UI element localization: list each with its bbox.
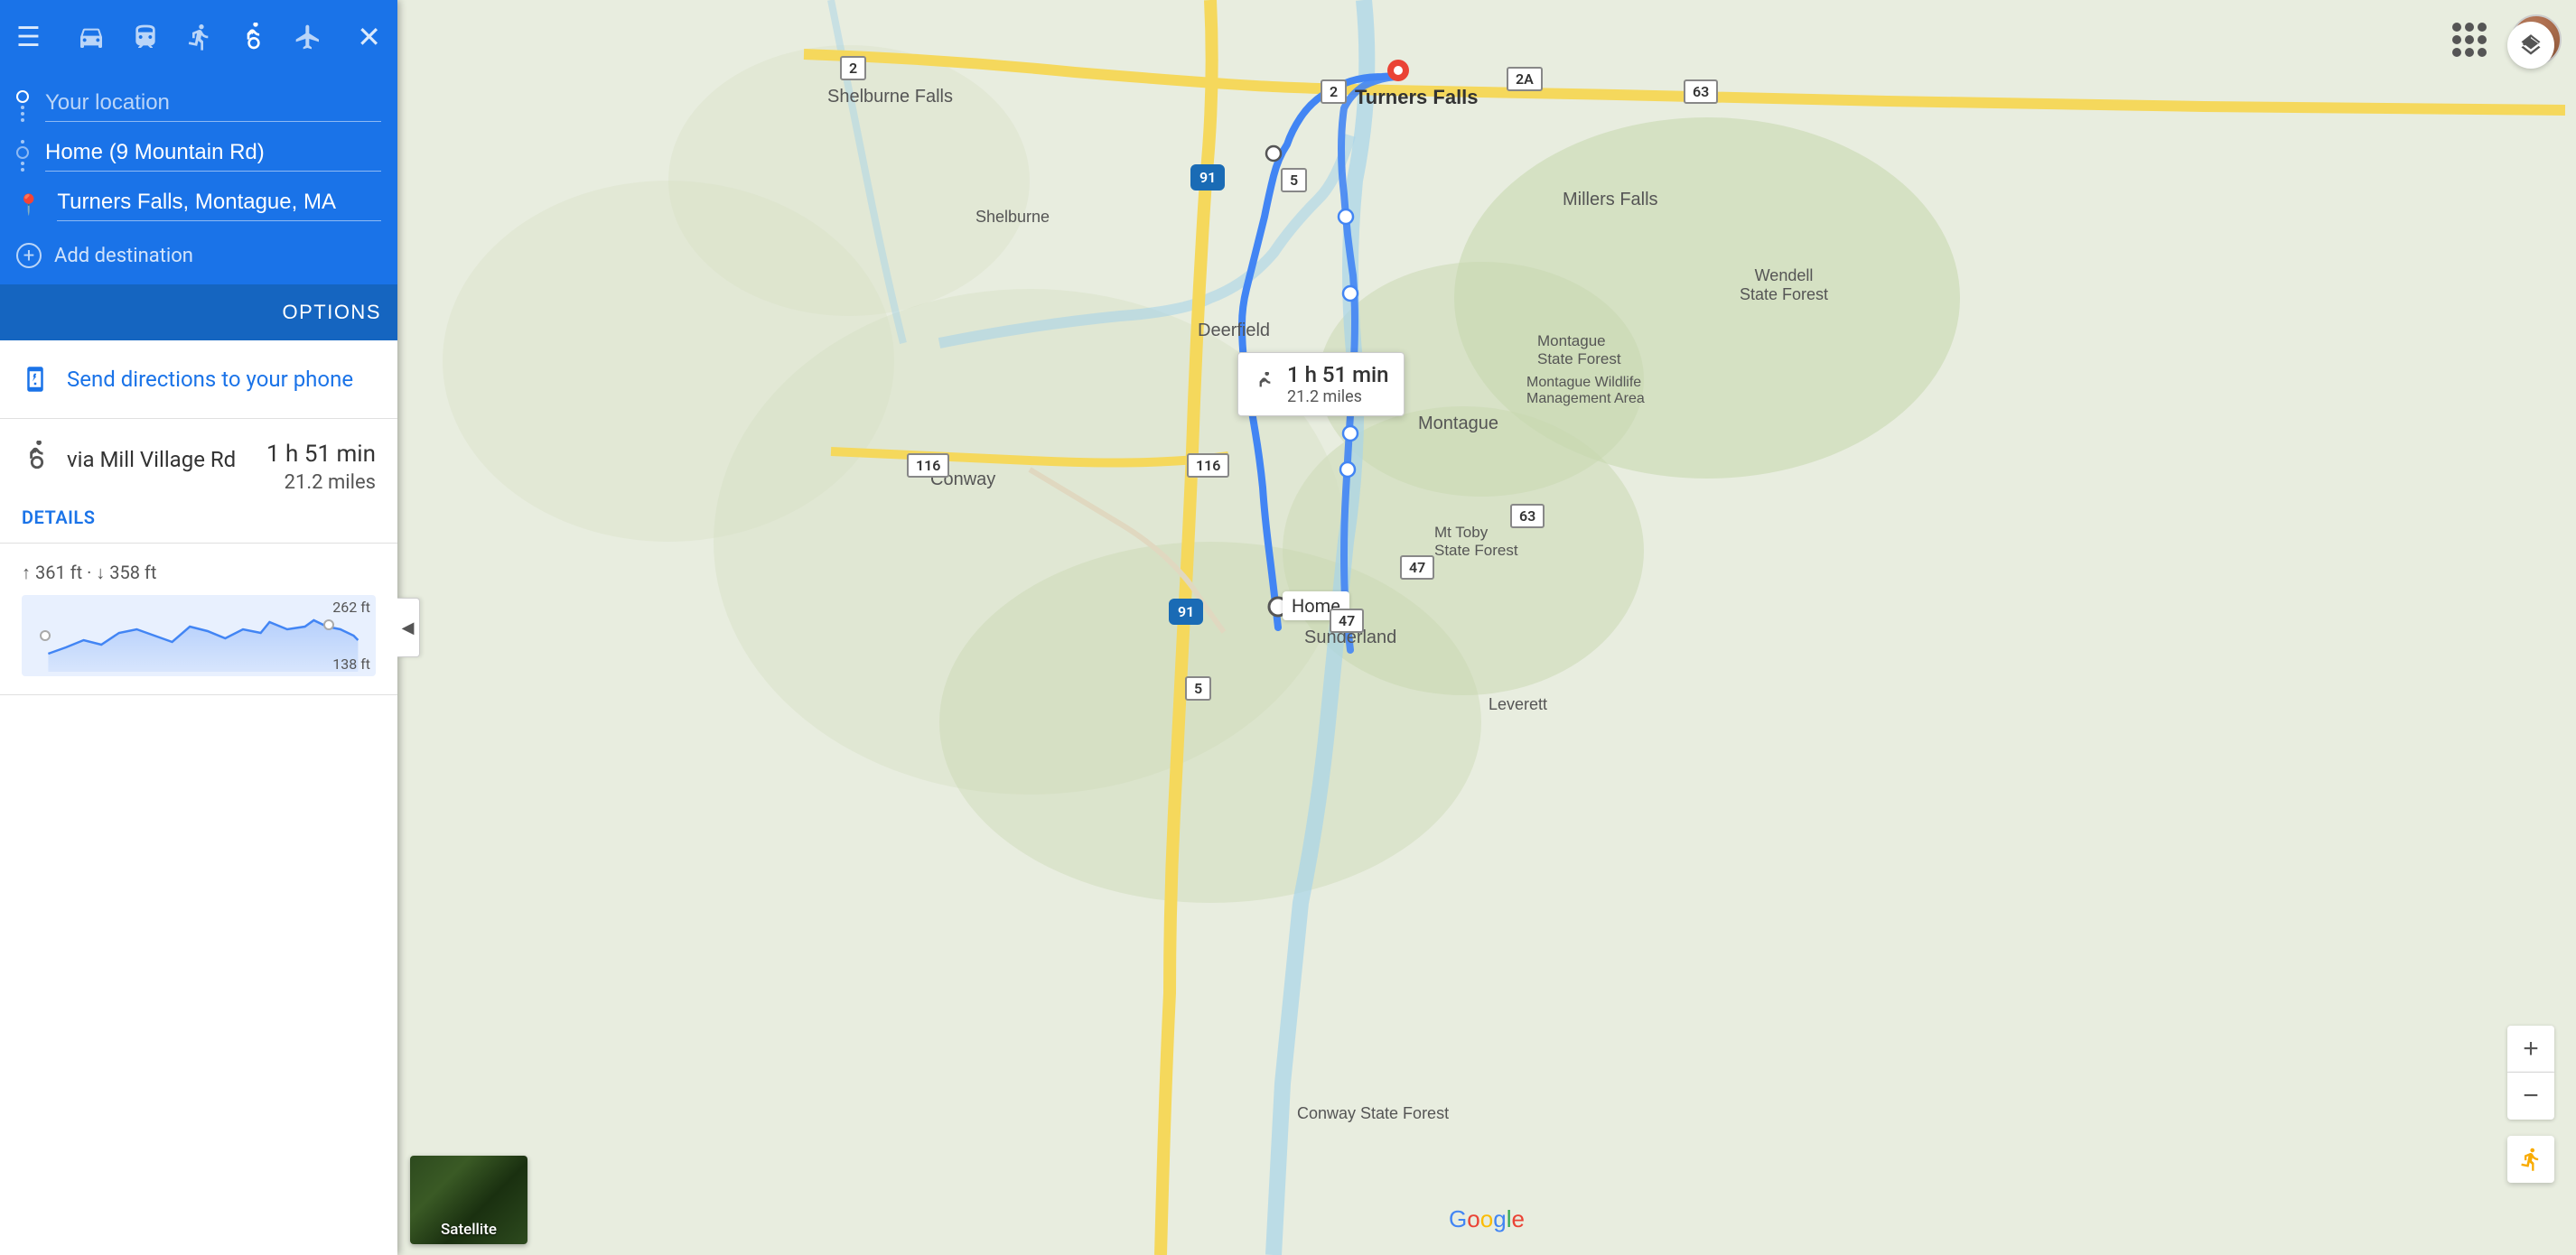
turners-falls-label: Turners Falls xyxy=(1355,86,1479,109)
collapse-arrow-icon: ◀ xyxy=(402,618,415,637)
route-details-button[interactable]: DETAILS xyxy=(22,507,95,528)
road-badge-i91-2: 91 xyxy=(1169,599,1203,625)
grid-dots-icon xyxy=(2452,23,2487,57)
tooltip-time: 1 h 51 min xyxy=(1287,362,1389,387)
waypoint-input[interactable] xyxy=(45,140,381,172)
transport-drive[interactable] xyxy=(77,23,106,51)
destination-input[interactable] xyxy=(57,190,381,221)
add-destination-icon: + xyxy=(16,243,42,268)
options-bar: OPTIONS xyxy=(0,284,397,340)
add-destination-row[interactable]: + Add destination xyxy=(16,230,381,284)
leverett-label: Leverett xyxy=(1489,695,1547,714)
connector-2 xyxy=(21,112,24,116)
google-g: G xyxy=(1449,1205,1467,1232)
elevation-stats: ↑ 361 ft · ↓ 358 ft xyxy=(22,562,376,584)
montague-label: Montague xyxy=(1418,414,1498,434)
layers-button[interactable] xyxy=(2507,22,2554,69)
connector-1 xyxy=(21,106,24,109)
origin-input[interactable] xyxy=(45,90,381,122)
route-option: via Mill Village Rd 1 h 51 min 21.2 mile… xyxy=(0,419,397,544)
route-option-header: via Mill Village Rd 1 h 51 min 21.2 mile… xyxy=(22,441,376,494)
google-o1: o xyxy=(1467,1205,1479,1232)
google-e: e xyxy=(1511,1205,1524,1232)
transport-transit[interactable] xyxy=(131,23,160,51)
route-path xyxy=(397,0,2576,1255)
zoom-in-button[interactable]: + xyxy=(2507,1026,2554,1073)
map-area[interactable]: Turners Falls Millers Falls Shelburne Fa… xyxy=(397,0,2576,1255)
conway-state-forest-label: Conway State Forest xyxy=(1297,1104,1449,1123)
road-badge-rt116-2: 116 xyxy=(1187,453,1229,478)
connector-6 xyxy=(21,168,24,172)
road-badge-rt2a: 2A xyxy=(1507,67,1543,91)
google-logo: Google xyxy=(1449,1205,1525,1233)
google-o2: o xyxy=(1480,1205,1493,1232)
options-button[interactable]: OPTIONS xyxy=(282,301,381,324)
transport-walk[interactable] xyxy=(185,23,214,51)
close-directions-button[interactable]: ✕ xyxy=(357,20,381,54)
elevation-max-label: 262 ft xyxy=(332,599,370,616)
waypoint-dot xyxy=(16,146,29,159)
elevation-min-label: 138 ft xyxy=(332,655,370,673)
origin-dot xyxy=(16,90,29,103)
route-via-label: via Mill Village Rd xyxy=(67,447,236,472)
road-badge-rt116-1: 116 xyxy=(907,453,949,478)
elevation-section: ↑ 361 ft · ↓ 358 ft 262 ft 138 ft xyxy=(0,544,397,695)
road-badge-rt2-2: 2 xyxy=(1321,79,1347,104)
google-g2: g xyxy=(1493,1205,1506,1232)
road-badge-rt63-2: 63 xyxy=(1510,504,1545,528)
satellite-thumbnail[interactable]: Satellite xyxy=(410,1156,527,1244)
tooltip-distance: 21.2 miles xyxy=(1287,387,1389,406)
destination-pin-icon: 📍 xyxy=(16,194,41,217)
montague-wildlife-label: Montague WildlifeManagement Area xyxy=(1526,375,1645,407)
route-distance: 21.2 miles xyxy=(266,471,376,494)
connector-5 xyxy=(21,162,24,165)
collapse-sidebar-button[interactable]: ◀ xyxy=(397,598,420,657)
road-badge-i91-1: 91 xyxy=(1190,164,1225,191)
transport-bike[interactable] xyxy=(239,23,268,51)
destination-row: 📍 xyxy=(16,181,381,230)
pegman-button[interactable] xyxy=(2507,1136,2554,1183)
send-phone-icon xyxy=(22,366,49,393)
zoom-controls: + − xyxy=(2507,1026,2554,1120)
waypoint-row xyxy=(16,131,381,181)
route-tooltip[interactable]: 1 h 51 min 21.2 miles xyxy=(1237,352,1405,416)
road-badge-rt5-2: 5 xyxy=(1185,676,1211,701)
elevation-start-dot xyxy=(40,630,51,641)
road-badge-rt47-2: 47 xyxy=(1330,609,1364,633)
route-inputs: 📍 + Add destination xyxy=(0,70,397,284)
road-badge-rt2-1: 2 xyxy=(840,56,866,80)
elevation-end-dot xyxy=(323,619,334,630)
satellite-label: Satellite xyxy=(410,1221,527,1239)
montague-state-label: MontagueState Forest xyxy=(1537,332,1621,368)
transport-flight[interactable] xyxy=(294,23,322,51)
shelburne-falls-label: Shelburne Falls xyxy=(827,87,953,107)
wendell-state-label: WendellState Forest xyxy=(1703,266,1865,304)
road-badge-rt47-1: 47 xyxy=(1400,555,1434,580)
millers-falls-label: Millers Falls xyxy=(1563,190,1658,210)
top-nav: ☰ ✕ xyxy=(0,0,397,70)
shelburne-label: Shelburne xyxy=(975,208,1050,227)
connector-3 xyxy=(21,118,24,122)
road-badge-rt5-1: 5 xyxy=(1281,168,1307,192)
mt-toby-label: Mt TobyState Forest xyxy=(1434,524,1518,560)
origin-row xyxy=(16,81,381,131)
send-directions-label: Send directions to your phone xyxy=(67,367,353,392)
send-directions-row[interactable]: Send directions to your phone xyxy=(0,340,397,419)
transport-mode-selector xyxy=(77,23,322,51)
connector-4 xyxy=(21,140,24,144)
road-badge-rt63-1: 63 xyxy=(1684,79,1718,104)
route-left: via Mill Village Rd xyxy=(22,441,236,479)
deerfield-label: Deerfield xyxy=(1198,321,1270,341)
menu-icon[interactable]: ☰ xyxy=(16,22,41,53)
google-apps-button[interactable] xyxy=(2446,16,2493,63)
elevation-chart: 262 ft 138 ft xyxy=(22,595,376,676)
route-time: 1 h 51 min xyxy=(266,441,376,468)
route-bike-icon xyxy=(22,441,52,479)
add-destination-label: Add destination xyxy=(54,245,193,267)
zoom-out-button[interactable]: − xyxy=(2507,1073,2554,1120)
sidebar: ☰ ✕ xyxy=(0,0,397,1255)
